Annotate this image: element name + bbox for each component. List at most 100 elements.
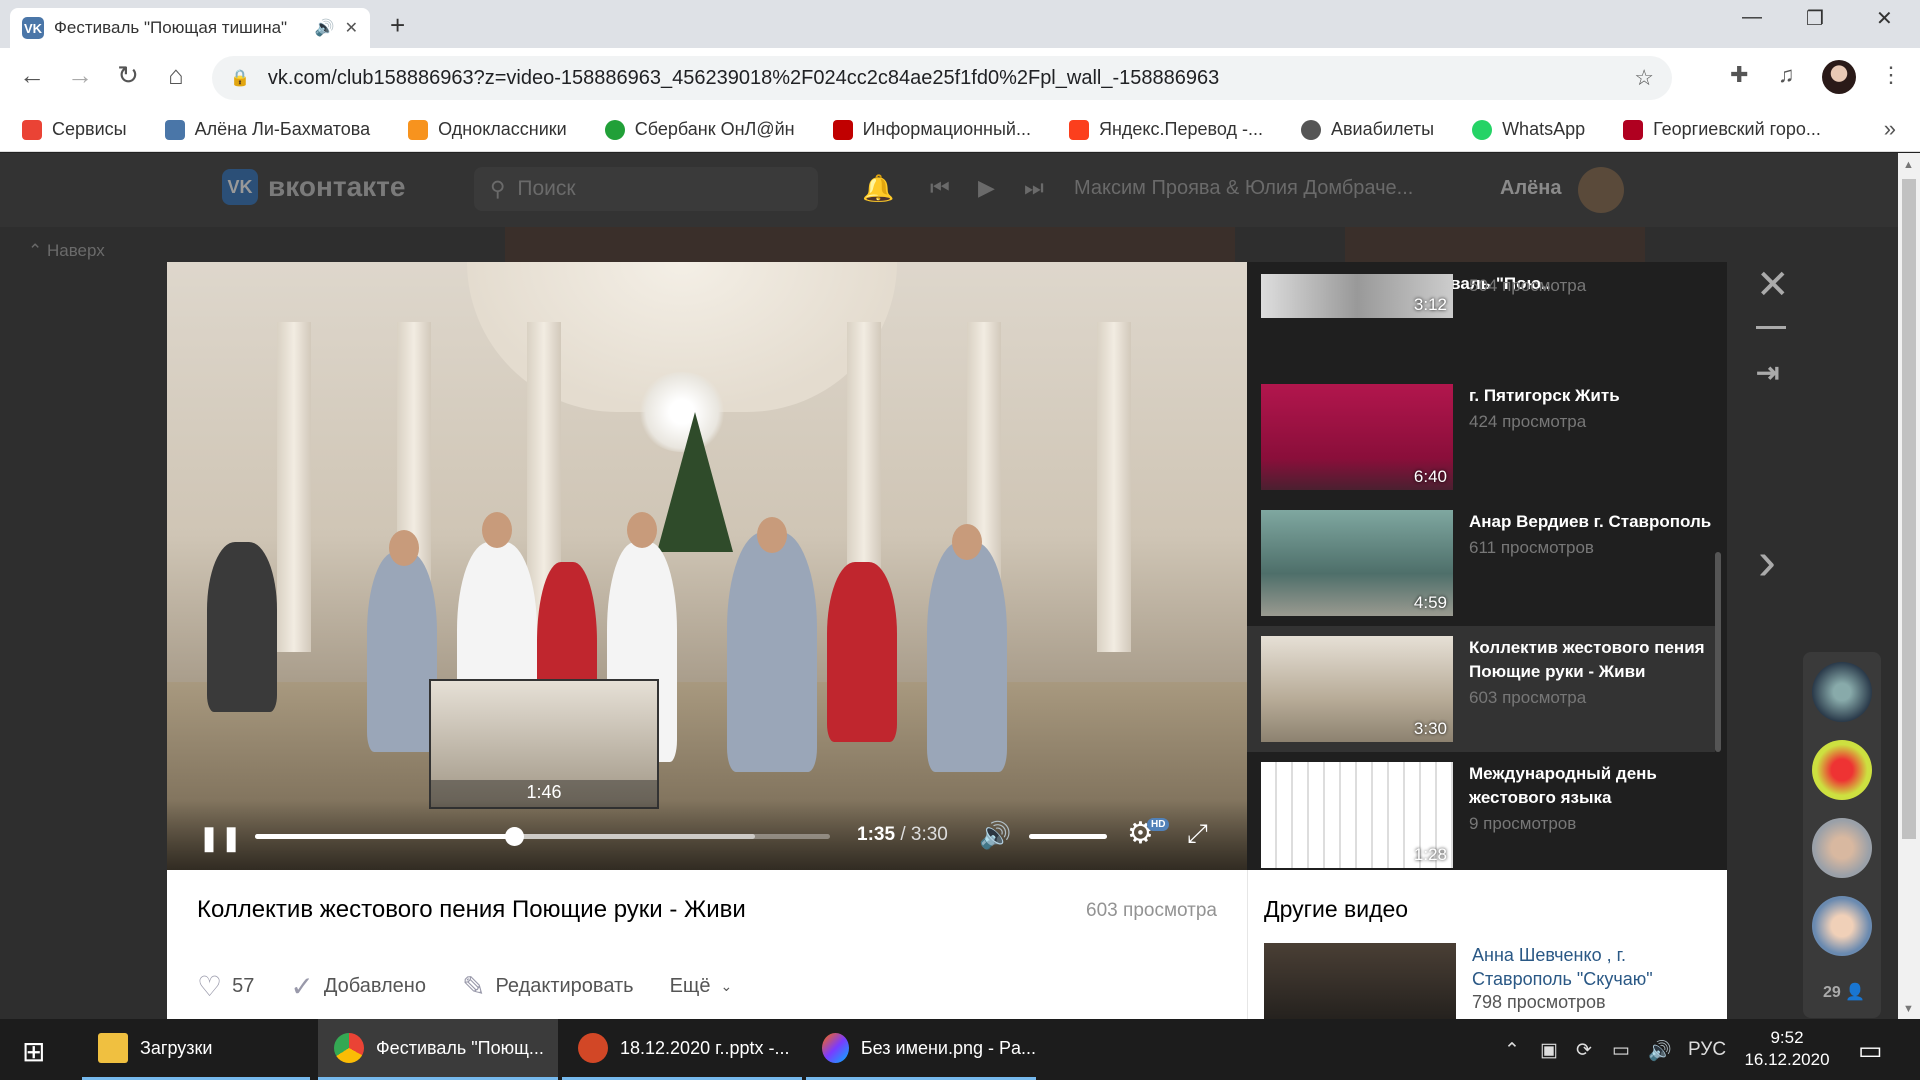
profile-avatar[interactable] [1822,60,1856,94]
new-tab-button[interactable]: + [390,10,405,41]
scroll-down-arrow-icon[interactable]: ▼ [1903,1003,1914,1015]
minimize-window-button[interactable]: — [1742,6,1762,29]
other-videos-title: Другие видео [1264,896,1409,922]
taskbar-app-powerpoint[interactable]: 18.12.2020 г..pptx -... [562,1019,802,1080]
taskbar-app-paint[interactable]: Без имени.png - Pa... [806,1019,1036,1080]
bookmark-info[interactable]: Информационный... [832,119,1031,140]
now-playing-track[interactable]: Максим Проява & Юлия Домбраче... [1074,177,1413,200]
bookmarks-bar: Сервисы Алёна Ли-Бахматова Одноклассники… [0,108,1920,152]
friend-avatar[interactable] [1812,896,1872,956]
page-scrollbar[interactable]: ▲ ▼ [1898,153,1920,1019]
checkmark-icon: ✓ [290,971,314,1002]
tab-close-icon[interactable]: ✕ [345,18,358,38]
playlist-item[interactable]: 1:28 Международный день жестового языка … [1247,752,1715,870]
bookmark-odnoklassniki[interactable]: Одноклассники [408,119,567,140]
friend-avatar[interactable] [1812,740,1872,800]
bookmark-vk-profile[interactable]: Алёна Ли-Бахматова [164,119,370,140]
tray-language[interactable]: РУС [1688,1039,1726,1061]
next-track-icon[interactable]: ⏭ [1024,175,1044,201]
restore-window-button[interactable]: ❐ [1806,6,1824,31]
bookmark-whatsapp[interactable]: WhatsApp [1472,119,1585,140]
home-button[interactable]: ⌂ [158,60,194,91]
forward-button[interactable]: → [62,60,98,91]
tray-device-icon[interactable]: ▣ [1540,1039,1558,1062]
playlist-item[interactable]: 6:40 г. Пятигорск Жить 424 просмотра [1247,374,1715,500]
chrome-menu-icon[interactable]: ⋮ [1880,62,1902,88]
hide-playlist-icon[interactable]: ⇥ [1756,356,1779,389]
playlist-views: 603 просмотра [1469,688,1587,707]
extensions-icon[interactable]: ✚ [1730,62,1748,88]
video-title: Коллектив жестового пения Поющие руки - … [197,896,746,923]
playlist-scrollbar[interactable] [1715,552,1721,752]
tray-volume-icon[interactable]: 🔊 [1648,1039,1672,1063]
more-bookmarks-icon[interactable]: » [1884,116,1896,142]
heart-icon: ♡ [197,971,223,1002]
notification-center-icon[interactable]: ▭ [1858,1035,1883,1066]
vk-user-avatar[interactable] [1578,167,1624,213]
lock-icon[interactable]: 🔒 [230,68,250,88]
friends-count[interactable]: 29 👤 [1823,982,1865,1002]
taskbar-app-chrome[interactable]: Фестиваль "Поющ... [318,1019,558,1080]
ok-icon [408,119,429,140]
reload-button[interactable]: ↻ [110,60,146,91]
fullscreen-icon[interactable]: ⤢ [1187,818,1208,850]
browser-tab[interactable]: VK Фестиваль "Поющая тишина" 🔊 ✕ [10,8,370,48]
scroll-up-arrow-icon[interactable]: ▲ [1903,159,1914,171]
other-video-thumbnail[interactable] [1264,943,1456,1023]
bookmark-yandex-translate[interactable]: Яндекс.Перевод -... [1068,119,1263,140]
like-button[interactable]: ♡ 57 [197,970,254,1003]
vk-search-input[interactable]: ⚲ Поиск [474,167,818,211]
windows-start-icon[interactable]: ⊞ [22,1035,45,1068]
playlist-info: г. Пятигорск Жить 424 просмотра [1469,384,1715,500]
bookmark-avia[interactable]: Авиабилеты [1300,119,1434,140]
edit-button[interactable]: ✎ Редактировать [462,970,634,1003]
next-video-chevron-icon[interactable]: › [1758,530,1776,592]
close-window-button[interactable]: ✕ [1876,6,1893,31]
close-video-icon[interactable]: ✕ [1756,262,1790,308]
vk-favicon-icon: VK [22,17,44,39]
back-button[interactable]: ← [14,60,50,91]
volume-slider[interactable] [1029,834,1107,839]
video-player[interactable]: 1:46 ❚❚ 1:35 / 3:30 🔊 ⚙ HD ⤢ [167,262,1247,870]
media-control-icon[interactable]: ♫ [1778,62,1795,88]
bookmark-services[interactable]: Сервисы [22,119,127,140]
other-video-name[interactable]: Анна Шевченко , г. Ставрополь "Скучаю" [1472,943,1712,991]
bookmark-star-icon[interactable]: ☆ [1634,65,1654,91]
taskbar-app-explorer[interactable]: Загрузки [82,1019,310,1080]
vk-logo[interactable]: VK вконтакте [222,169,405,205]
scrollbar-thumb[interactable] [1902,179,1916,839]
audio-playing-icon[interactable]: 🔊 [315,18,335,38]
seek-handle[interactable] [504,827,524,846]
playlist-item[interactable]: 4:59 Анар Вердиев г. Ставрополь 611 прос… [1247,500,1715,626]
playlist-item[interactable]: 3:12 504 просмотра [1247,274,1715,374]
playlist-name: г. Пятигорск Жить [1469,386,1620,405]
bookmark-georgievsk[interactable]: Георгиевский горо... [1623,119,1821,140]
yandex-icon [1068,119,1089,140]
playlist-thumbnail: 3:30 [1261,636,1453,742]
friend-avatar[interactable] [1812,818,1872,878]
vk-user-name[interactable]: Алёна [1500,177,1561,200]
video-scene-head [757,517,787,553]
volume-icon[interactable]: 🔊 [979,820,1011,851]
bookmark-sberbank[interactable]: Сбербанк ОнЛ@йн [604,119,795,140]
playlist-duration: 6:40 [1413,467,1447,486]
tray-sync-icon[interactable]: ⟳ [1576,1039,1592,1062]
added-button[interactable]: ✓ Добавлено [290,970,426,1003]
background-post-image [505,227,1235,263]
info-site-icon [832,119,853,140]
notifications-bell-icon[interactable]: 🔔 [862,173,894,204]
taskbar-clock[interactable]: 9:52 16.12.2020 [1742,1027,1832,1071]
play-track-icon[interactable]: ▶ [978,175,995,201]
tray-network-icon[interactable]: ▭ [1612,1039,1630,1062]
pause-button[interactable]: ❚❚ [199,824,243,853]
tray-chevron-icon[interactable]: ⌃ [1504,1039,1520,1062]
video-scene-dancer [727,532,817,772]
address-bar[interactable]: 🔒 vk.com/club158886963?z=video-158886963… [212,56,1672,100]
scroll-up-link[interactable]: ⌃ Наверх [28,241,105,261]
minimize-video-icon[interactable] [1756,326,1786,329]
playlist-item-active[interactable]: 3:30 Коллектив жестового пения Поющие ру… [1247,626,1715,752]
prev-track-icon[interactable]: ⏮ [930,175,950,201]
seek-bar[interactable] [255,827,830,846]
more-button[interactable]: Ещё ⌄ [670,975,733,998]
friend-avatar[interactable] [1812,662,1872,722]
